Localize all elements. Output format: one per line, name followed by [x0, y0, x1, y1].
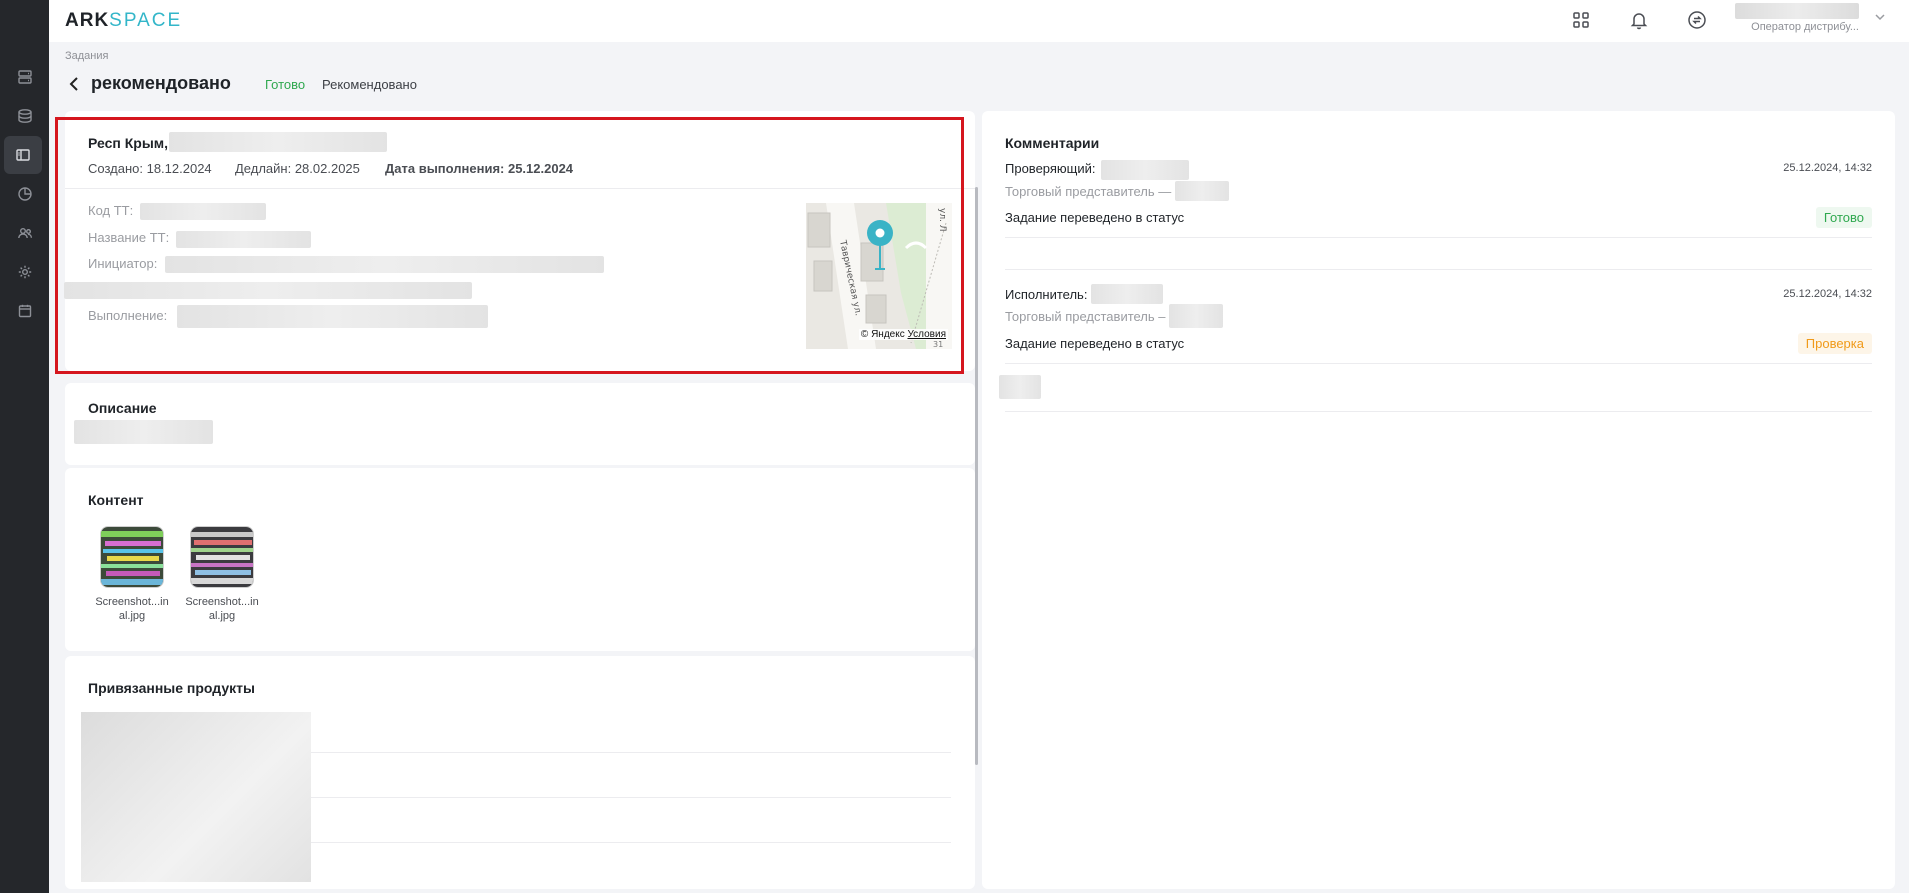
rail-item-tasks[interactable] [4, 136, 42, 174]
calendar-icon [18, 304, 31, 318]
chevron-left-icon [69, 77, 78, 91]
user-menu[interactable]: Оператор дистрибу... [1729, 2, 1859, 38]
content-card: Контент Screenshot...in al.jpg Screensho… [65, 468, 975, 651]
apps-grid-button[interactable] [1569, 8, 1593, 32]
chevron-down-icon [1875, 14, 1885, 21]
app-logo[interactable]: ARKSPACE [65, 10, 182, 32]
comment-divider [1005, 237, 1872, 238]
rail-item-calendar[interactable] [0, 292, 49, 330]
comment-author-redacted [1091, 284, 1163, 304]
comment-position-redacted [1169, 304, 1223, 328]
file-name[interactable]: Screenshot...in al.jpg [90, 595, 174, 623]
rail-item-settings[interactable] [0, 253, 49, 291]
sync-button[interactable] [1685, 8, 1709, 32]
description-title: Описание [88, 400, 157, 416]
breadcrumb[interactable]: Задания [65, 50, 108, 62]
comment-timestamp: 25.12.2024, 14:32 [1783, 288, 1872, 300]
table-row-divider [311, 842, 951, 843]
top-bar: ARKSPACE Оператор дистрибу... [49, 0, 1909, 42]
user-name-redacted [1735, 3, 1859, 19]
left-nav-rail [0, 0, 49, 893]
comment-role: Проверяющий: [1005, 161, 1096, 176]
status-badge: Проверка [1797, 333, 1872, 354]
product-image-redacted [81, 712, 311, 882]
comment-role: Исполнитель: [1005, 287, 1088, 302]
comment-position-redacted [1175, 181, 1229, 201]
comment-divider [1005, 363, 1872, 364]
rail-item-servers[interactable] [0, 58, 49, 96]
user-role: Оператор дистрибу... [1751, 21, 1859, 33]
apps-grid-icon [1573, 12, 1589, 28]
server-list-icon [17, 70, 32, 84]
bell-icon [1630, 13, 1648, 30]
notifications-button[interactable] [1627, 8, 1651, 32]
status-badge: Готово [265, 77, 306, 92]
file-name[interactable]: Screenshot...in al.jpg [180, 595, 264, 623]
description-redacted [74, 420, 213, 444]
status-value: Рекомендовано [322, 77, 417, 92]
table-row-divider [311, 752, 951, 753]
sidebar-layout-icon [16, 149, 30, 161]
page-title: рекомендовано [91, 73, 231, 93]
user-menu-toggle[interactable] [1873, 10, 1887, 24]
description-card: Описание [65, 383, 975, 465]
comment-divider [1005, 411, 1872, 412]
image-preview [101, 527, 163, 587]
attachment-redacted [999, 375, 1041, 399]
comments-card: Комментарии Проверяющий: 25.12.2024, 14:… [982, 111, 1895, 889]
table-row-divider [311, 797, 951, 798]
products-card: Привязанные продукты [65, 656, 975, 889]
rail-item-database[interactable] [0, 97, 49, 135]
highlight-frame [55, 117, 964, 374]
pie-chart-icon [17, 187, 32, 201]
database-icon [17, 109, 32, 123]
file-thumbnail[interactable] [100, 526, 164, 588]
comments-title: Комментарии [1005, 135, 1100, 151]
file-thumbnail[interactable] [190, 526, 254, 588]
comment-message: Задание переведено в статус [1005, 336, 1185, 351]
sync-icon [1688, 11, 1706, 29]
users-icon [17, 228, 32, 239]
status-badge: Готово [1815, 207, 1872, 228]
comment-timestamp: 25.12.2024, 14:32 [1783, 162, 1872, 174]
rail-item-users[interactable] [0, 214, 49, 252]
comment-message: Задание переведено в статус [1005, 210, 1185, 225]
back-button[interactable] [68, 74, 84, 94]
comment-divider [1005, 269, 1872, 270]
comment-author-redacted [1101, 160, 1189, 180]
comment-position: Торговый представитель – [1005, 309, 1166, 324]
rail-item-analytics[interactable] [0, 175, 49, 213]
image-preview [191, 527, 253, 587]
scrollbar-thumb[interactable] [975, 187, 978, 765]
gear-icon [18, 265, 31, 279]
content-title: Контент [88, 492, 144, 508]
products-title: Привязанные продукты [88, 680, 255, 696]
comment-position: Торговый представитель — [1005, 184, 1172, 199]
